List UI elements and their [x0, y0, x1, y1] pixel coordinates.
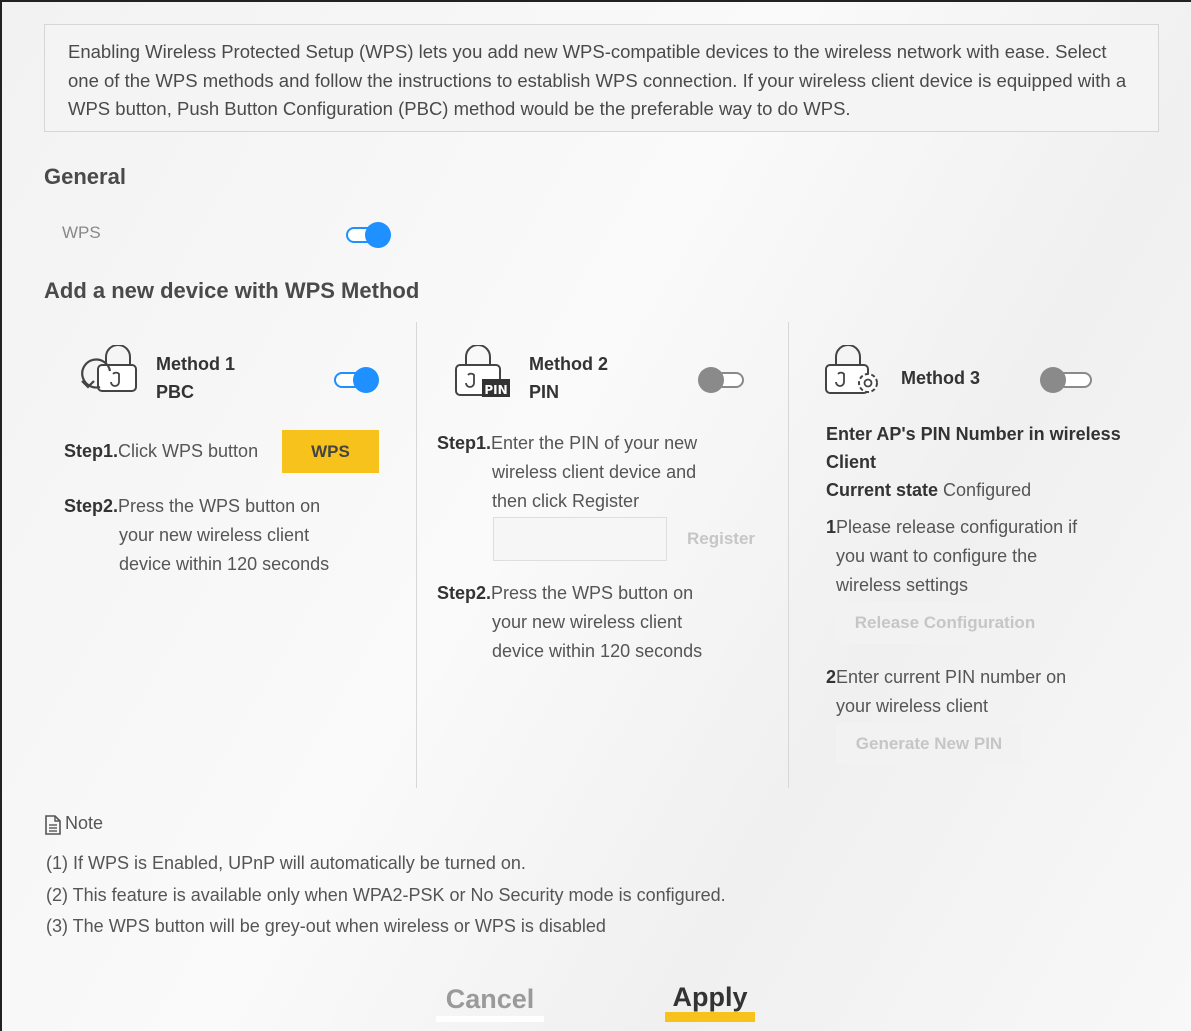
method1-step2: Step2.Press the WPS button on	[64, 492, 320, 521]
method1-type: PBC	[156, 382, 195, 402]
method1-title: Method 1	[156, 354, 235, 374]
wps-intro-text: Enabling Wireless Protected Setup (WPS) …	[68, 41, 1127, 119]
method1-step2-line2: your new wireless client	[119, 525, 310, 545]
pin-input[interactable]	[493, 517, 667, 561]
apply-button[interactable]: Apply	[665, 982, 755, 1022]
pin-badge-text: PIN	[484, 383, 508, 397]
wps-toggle[interactable]	[344, 221, 392, 249]
wps-label: WPS	[62, 223, 101, 242]
method3-state: Current state Configured	[826, 476, 1031, 505]
column-divider-1	[416, 322, 417, 788]
method1-step1: Step1.Click WPS button	[64, 437, 258, 466]
wps-push-button[interactable]: WPS	[282, 430, 379, 473]
method2-step2-line3: device within 120 seconds	[492, 641, 703, 661]
add-device-heading: Add a new device with WPS Method	[44, 278, 420, 303]
method2-step1-line2: wireless client device and	[492, 462, 697, 482]
state-label: Current state	[826, 480, 939, 500]
item1-line2: you want to configure the	[836, 546, 1038, 566]
item2-line2: your wireless client	[836, 696, 989, 716]
cancel-button[interactable]: Cancel	[436, 982, 544, 1022]
method3-heading-line1: Enter AP's PIN Number in wireless	[826, 424, 1121, 444]
lock-gear-icon	[825, 345, 878, 394]
method2-type: PIN	[529, 382, 560, 402]
state-value: Configured	[943, 480, 1032, 500]
method2-step1-line3: then click Register	[492, 491, 640, 511]
method1-step2-prefix: Step2.	[64, 496, 119, 516]
note-line-1: (1) If WPS is Enabled, UPnP will automat…	[46, 853, 526, 873]
method2-step1: Step1.Enter the PIN of your new	[437, 429, 697, 458]
item2-line1: Enter current PIN number on	[836, 667, 1067, 687]
method1-step2-line1: Press the WPS button on	[118, 496, 321, 516]
register-button[interactable]: Register	[680, 522, 762, 556]
method2-step2-line1: Press the WPS button on	[491, 583, 694, 603]
method3-toggle[interactable]	[1040, 366, 1092, 394]
column-divider-2	[788, 322, 789, 788]
item1-line3: wireless settings	[836, 575, 969, 595]
note-label: Note	[65, 813, 104, 833]
item2-number: 2	[826, 667, 837, 687]
general-heading: General	[44, 164, 126, 189]
method1-toggle[interactable]	[332, 366, 380, 394]
method2-title: Method 2	[529, 354, 608, 374]
method2-step2-line2: your new wireless client	[492, 612, 683, 632]
method2-step1-prefix: Step1.	[437, 433, 492, 453]
note-document-icon	[45, 815, 61, 835]
method2-toggle[interactable]	[698, 366, 746, 394]
method3-heading-line2: Client	[826, 452, 877, 472]
note-line-3: (3) The WPS button will be grey-out when…	[46, 916, 606, 936]
lock-refresh-icon	[81, 345, 137, 392]
generate-new-pin-button[interactable]: Generate New PIN	[836, 723, 1022, 765]
method3-item2: 2Enter current PIN number on	[826, 663, 1066, 692]
item1-line1: Please release configuration if	[836, 517, 1078, 537]
wps-intro-box: Enabling Wireless Protected Setup (WPS) …	[44, 24, 1159, 132]
method1-step1-text: Click WPS button	[118, 441, 259, 461]
method2-step2: Step2.Press the WPS button on	[437, 579, 693, 608]
method2-step2-prefix: Step2.	[437, 583, 492, 603]
method3-title: Method 3	[901, 368, 980, 388]
item1-number: 1	[826, 517, 837, 537]
method1-step2-line3: device within 120 seconds	[119, 554, 330, 574]
note-line-2: (2) This feature is available only when …	[46, 885, 726, 905]
method1-step1-prefix: Step1.	[64, 441, 119, 461]
method3-item1: 1Please release configuration if	[826, 513, 1077, 542]
release-configuration-button[interactable]: Release Configuration	[836, 602, 1054, 644]
method2-step1-line1: Enter the PIN of your new	[491, 433, 698, 453]
